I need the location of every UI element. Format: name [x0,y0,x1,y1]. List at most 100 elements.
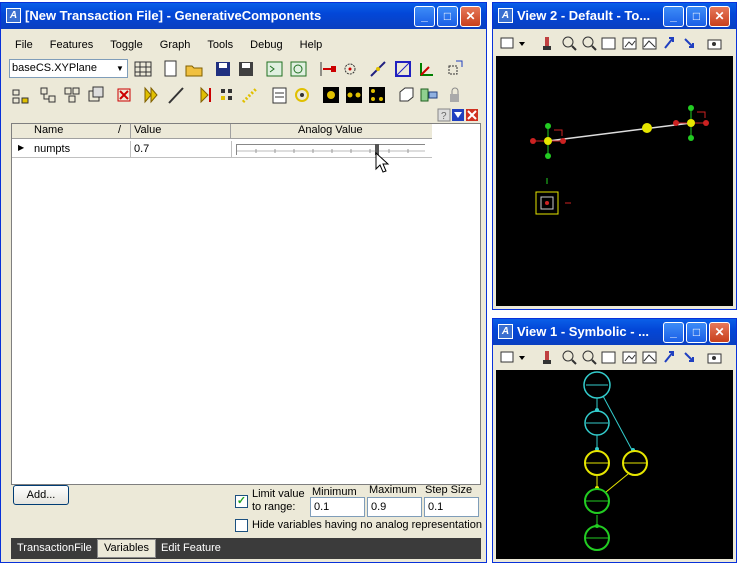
tab-variables[interactable]: Variables [97,539,157,558]
start-point-icon[interactable] [530,123,566,159]
graph-node-4[interactable] [622,450,648,476]
zoom-out-icon[interactable] [582,36,597,51]
script-icon[interactable] [266,61,283,77]
refresh-icon[interactable] [290,61,307,77]
view-options-icon[interactable] [500,37,525,49]
col-value[interactable]: Value [134,124,161,136]
mid-point-icon[interactable] [642,123,652,133]
save-icon[interactable] [216,62,230,76]
maximum-field[interactable]: 0.9 [367,497,422,517]
graph-node-5[interactable] [584,488,610,514]
view1-zoom-out-icon[interactable] [582,350,597,365]
group-icon[interactable] [64,87,80,103]
add-button[interactable]: Add... [13,485,69,505]
view2-viewport[interactable] [496,56,733,306]
view1-maximize-button[interactable]: □ [686,322,707,343]
node-yellow-2-icon[interactable] [346,87,362,103]
move-selection-icon[interactable] [448,60,463,75]
minimize-button[interactable]: _ [414,6,435,27]
fit-view-icon[interactable] [622,37,637,50]
row-value-field[interactable]: 0.7 [130,141,232,157]
main-title-bar[interactable]: A [New Transaction File] - GenerativeCom… [1,3,486,29]
view1-zoom-in-icon[interactable] [562,350,577,365]
menu-file[interactable]: File [1,37,40,53]
tab-transaction-file[interactable]: TransactionFile [11,540,98,557]
node-yellow-1-icon[interactable] [323,87,339,103]
plane-tool-icon[interactable] [395,61,411,77]
menu-toggle[interactable]: Toggle [103,37,149,53]
col-sort[interactable]: / [118,124,121,136]
cube-icon[interactable] [399,87,414,102]
view1-rotate-view-icon[interactable] [664,351,674,363]
zoom-in-icon[interactable] [562,36,577,51]
help-icon[interactable]: ? [437,108,451,122]
view1-close-button[interactable]: ✕ [709,322,730,343]
view1-window-area-icon[interactable] [601,351,616,364]
base-coordinate-icon[interactable] [535,178,571,215]
menu-help[interactable]: Help [293,37,330,53]
menu-features[interactable]: Features [43,37,100,53]
view-previous-icon[interactable] [684,38,694,48]
menu-tools[interactable]: Tools [200,37,240,53]
view1-fit-view-icon[interactable] [622,351,637,364]
table-row[interactable]: ▶ numpts 0.7 [12,141,432,158]
window-area-icon[interactable] [601,37,616,50]
grid-icon[interactable] [134,61,152,77]
tab-edit-feature[interactable]: Edit Feature [155,540,227,557]
save-all-icon[interactable] [239,62,253,76]
curve-tool-icon[interactable] [168,87,184,104]
close-button[interactable]: ✕ [460,6,481,27]
view2-title-bar[interactable]: A View 2 - Default - To... _ □ ✕ [493,3,736,29]
camera-icon[interactable] [707,39,722,50]
col-analog-value[interactable]: Analog Value [298,124,363,136]
view1-brush-icon[interactable] [543,351,551,364]
menu-debug[interactable]: Debug [243,37,289,53]
node-tree-icon[interactable] [40,87,56,103]
view1-camera-icon[interactable] [707,353,722,364]
line-tool-icon[interactable] [370,61,386,77]
graph-node-6[interactable] [584,525,610,551]
minimum-field[interactable]: 0.1 [310,497,365,517]
view1-minimize-button[interactable]: _ [663,322,684,343]
dropdown-icon[interactable] [452,109,464,121]
transform-icon[interactable] [88,86,104,102]
col-name[interactable]: Name [34,124,63,136]
hierarchy-icon[interactable] [12,89,29,104]
maximize-button[interactable]: □ [437,6,458,27]
brush-icon[interactable] [543,37,551,50]
step-into-icon[interactable] [320,62,336,76]
view2-maximize-button[interactable]: □ [686,6,707,27]
new-file-icon[interactable] [164,60,177,77]
coordinate-system-icon[interactable] [420,63,433,76]
dotted-line-icon[interactable] [241,86,259,104]
graph-node-1[interactable] [583,371,611,399]
graph-node-3[interactable] [584,450,610,476]
delete-icon[interactable] [117,88,131,102]
pan-view-icon[interactable] [642,37,657,50]
point-target-icon[interactable] [344,63,356,75]
hide-variables-checkbox[interactable] [235,519,248,532]
node-yellow-3-icon[interactable] [369,87,385,103]
analog-slider[interactable] [236,144,425,155]
cycle-icon[interactable] [295,88,309,102]
menu-graph[interactable]: Graph [153,37,198,53]
view2-minimize-button[interactable]: _ [663,6,684,27]
view1-title-bar[interactable]: A View 1 - Symbolic - ... _ □ ✕ [493,319,736,345]
limit-checkbox[interactable]: ✓ [235,495,248,508]
component-icon[interactable] [420,88,438,102]
point-grid-icon[interactable] [221,89,232,100]
end-point-icon[interactable] [673,105,709,141]
view1-pan-view-icon[interactable] [642,351,657,364]
open-folder-icon[interactable] [185,65,203,77]
graph-node-2[interactable] [584,410,610,436]
play-step-icon[interactable] [200,86,211,104]
rotate-view-icon[interactable] [664,37,674,49]
lock-icon[interactable] [450,87,459,102]
panel-close-icon[interactable] [466,109,478,121]
view1-options-icon[interactable] [500,351,525,363]
view1-view-previous-icon[interactable] [684,352,694,362]
fast-forward-icon[interactable] [144,86,158,104]
view1-viewport[interactable] [496,370,733,559]
step-size-field[interactable]: 0.1 [424,497,479,517]
view2-close-button[interactable]: ✕ [709,6,730,27]
